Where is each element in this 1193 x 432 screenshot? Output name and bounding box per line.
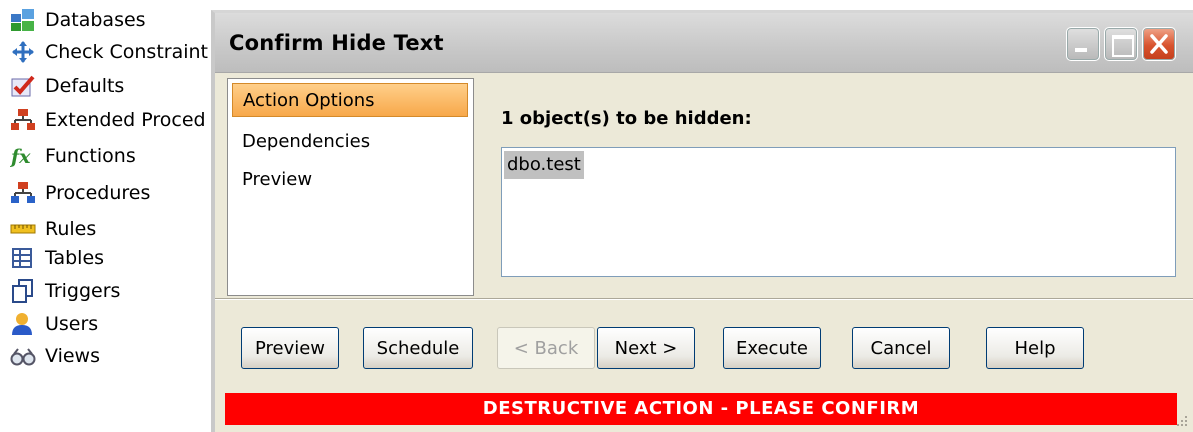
tree-item-functions[interactable]: fx Functions — [9, 141, 136, 171]
tree-item-label: Rules — [45, 218, 97, 240]
schedule-button[interactable]: Schedule — [363, 327, 473, 369]
tables-icon — [10, 246, 36, 270]
tree-item-procedures[interactable]: Procedures — [10, 178, 150, 208]
nav-item-action-options[interactable]: Action Options — [232, 83, 468, 117]
views-icon — [10, 344, 36, 368]
tree-item-label: Databases — [45, 9, 146, 31]
tree-item-extended-procedures[interactable]: Extended Proced — [10, 105, 206, 135]
destructive-warning-bar: DESTRUCTIVE ACTION - PLEASE CONFIRM — [225, 393, 1177, 425]
tree-item-label: Tables — [45, 247, 105, 269]
tree-item-label: Defaults — [45, 75, 125, 97]
tree-item-label: Views — [45, 345, 100, 367]
tree-item-label: Check Constraint — [45, 41, 208, 63]
tree-item-label: Users — [45, 313, 99, 335]
confirm-hide-text-dialog: Confirm Hide Text Action Options Depende… — [211, 10, 1193, 432]
nav-item-preview[interactable]: Preview — [232, 163, 468, 197]
extended-procedures-icon — [10, 108, 36, 132]
dialog-title: Confirm Hide Text — [229, 31, 444, 55]
triggers-icon — [10, 279, 36, 303]
users-icon — [10, 312, 36, 336]
tree-item-views[interactable]: Views — [10, 341, 100, 371]
tree-item-label: Functions — [45, 145, 136, 167]
divider — [215, 298, 1193, 300]
check-constraint-icon — [10, 40, 36, 64]
procedures-icon — [10, 181, 36, 205]
tree-item-label: Procedures — [45, 182, 151, 204]
tree-item-defaults[interactable]: Defaults — [10, 71, 124, 101]
execute-button[interactable]: Execute — [723, 327, 821, 369]
svg-text:fx: fx — [10, 146, 31, 168]
defaults-icon — [10, 74, 36, 98]
objects-heading: 1 object(s) to be hidden: — [501, 108, 752, 129]
databases-icon — [10, 8, 36, 32]
tree-item-triggers[interactable]: Triggers — [10, 276, 120, 306]
close-icon — [1150, 34, 1168, 54]
list-item[interactable]: dbo.test — [504, 151, 584, 179]
nav-item-dependencies[interactable]: Dependencies — [232, 125, 468, 159]
tree-item-tables[interactable]: Tables — [10, 243, 104, 273]
minimize-button[interactable] — [1066, 27, 1100, 61]
functions-icon: fx — [9, 144, 36, 168]
object-tree: Databases Check Constraint Defaults Exte… — [0, 0, 215, 432]
tree-item-databases[interactable]: Databases — [10, 5, 146, 35]
cancel-button[interactable]: Cancel — [852, 327, 950, 369]
title-bar[interactable]: Confirm Hide Text — [215, 13, 1193, 73]
wizard-nav: Action Options Dependencies Preview — [227, 78, 474, 296]
back-button[interactable]: < Back — [497, 327, 595, 369]
help-button[interactable]: Help — [986, 327, 1084, 369]
maximize-button[interactable] — [1104, 27, 1138, 61]
preview-button[interactable]: Preview — [241, 327, 339, 369]
tree-item-rules[interactable]: Rules — [10, 214, 96, 244]
next-button[interactable]: Next > — [597, 327, 695, 369]
tree-item-label: Triggers — [45, 280, 121, 302]
resize-grip-icon[interactable] — [1173, 412, 1189, 428]
tree-item-check-constraints[interactable]: Check Constraint — [10, 37, 208, 67]
tree-item-users[interactable]: Users — [10, 309, 98, 339]
close-button[interactable] — [1142, 27, 1176, 61]
rules-icon — [10, 217, 36, 241]
tree-item-label: Extended Proced — [45, 109, 206, 131]
objects-list[interactable]: dbo.test — [501, 147, 1176, 277]
